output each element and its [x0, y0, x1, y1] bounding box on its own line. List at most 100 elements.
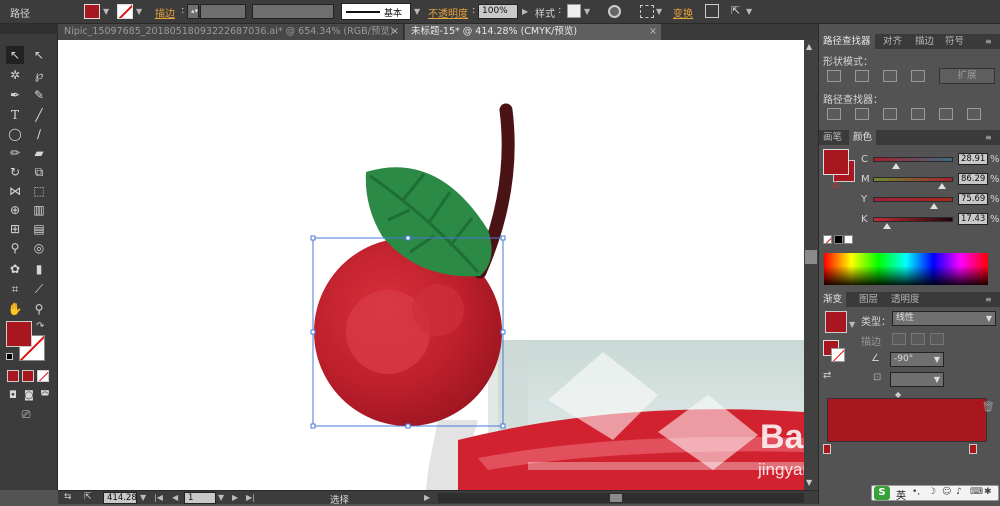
tab-layers[interactable]: 图层 — [855, 292, 882, 307]
stroke-dropdown-icon[interactable]: ▼ — [136, 7, 142, 16]
stroke-swatch[interactable] — [117, 4, 133, 19]
pen-tool-icon[interactable]: ✒ — [6, 86, 24, 104]
tab-nipic-document[interactable]: Nipic_15097685_20180518093222687036.ai* … — [58, 24, 404, 40]
scroll-down-icon[interactable]: ▼ — [806, 478, 812, 487]
gradient-thumbnail[interactable] — [825, 311, 847, 333]
line-tool-icon[interactable]: ╱ — [30, 106, 48, 124]
opacity-label[interactable]: 不透明度 — [428, 5, 468, 20]
recolor-icon[interactable] — [608, 5, 621, 18]
value-y[interactable]: 75.69 — [958, 193, 988, 205]
selection-tool-icon[interactable]: ↖ — [6, 46, 24, 64]
artboard-canvas[interactable]: Bai jingyan.baidu.com — [58, 40, 804, 490]
scale-tool-icon[interactable]: ⧉ — [30, 163, 48, 181]
slice-tool-icon[interactable]: ⟋ — [30, 280, 48, 298]
crop-icon[interactable] — [911, 108, 925, 120]
artboard-dropdown-icon[interactable]: ▼ — [218, 493, 224, 502]
stroke-weight-field[interactable] — [200, 4, 246, 19]
gradient-aspect-field[interactable]: ▼ — [890, 372, 944, 387]
style-swatch[interactable] — [567, 4, 581, 18]
transform-label[interactable]: 变换 — [673, 5, 693, 20]
panel-menu-icon[interactable]: ≡ — [985, 295, 992, 304]
delete-stop-icon[interactable]: 🗑 — [982, 402, 995, 413]
style-dropdown-icon[interactable]: ▼ — [584, 7, 590, 16]
fill-color-box[interactable] — [6, 321, 32, 347]
mesh-tool-icon[interactable]: ⊞ — [6, 220, 24, 238]
panel-menu-icon[interactable]: ≡ — [985, 133, 992, 142]
free-transform-tool-icon[interactable]: ⬚ — [30, 182, 48, 200]
trim-icon[interactable] — [855, 108, 869, 120]
default-colors-icon[interactable] — [6, 353, 13, 360]
width-tool-icon[interactable]: ⋈ — [6, 182, 24, 200]
ime-skin-icon[interactable]: ✱ — [984, 487, 992, 497]
hscroll-thumb[interactable] — [610, 494, 622, 502]
draw-inside-icon[interactable]: ◚ — [36, 387, 54, 405]
unite-icon[interactable] — [827, 70, 841, 82]
ime-language-label[interactable]: 英 — [896, 487, 906, 502]
intersect-icon[interactable] — [883, 70, 897, 82]
ellipse-tool-icon[interactable]: ◯ — [6, 125, 24, 143]
curvature-tool-icon[interactable]: ✎ — [30, 86, 48, 104]
magic-wand-tool-icon[interactable]: ✲ — [6, 66, 24, 84]
graph-tool-icon[interactable]: ▥ — [30, 201, 48, 219]
divide-icon[interactable] — [827, 108, 841, 120]
gradient-preset-dropdown-icon[interactable]: ▼ — [849, 320, 855, 329]
paintbrush-tool-icon[interactable]: ∕ — [30, 125, 48, 143]
opacity-dropdown-icon[interactable]: ▶ — [522, 7, 528, 16]
ime-keyboard-icon[interactable]: ⌨ — [970, 487, 983, 497]
isolate-icon[interactable] — [705, 4, 719, 18]
slider-k[interactable] — [873, 217, 953, 222]
close-icon[interactable]: × — [649, 24, 657, 40]
export-icon[interactable]: ⇱ — [84, 492, 92, 502]
lasso-tool-icon[interactable]: ℘ — [30, 66, 48, 84]
status-menu-icon[interactable]: ▶ — [424, 493, 430, 502]
stroke-gradient-along-icon[interactable] — [911, 333, 925, 345]
expand-button[interactable]: 扩展 — [939, 68, 995, 84]
scroll-up-icon[interactable]: ▲ — [806, 42, 812, 51]
gradient-tool-icon[interactable]: ▤ — [30, 220, 48, 238]
slider-c[interactable] — [873, 157, 953, 162]
stroke-gradient-within-icon[interactable] — [892, 333, 906, 345]
tab-symbols[interactable]: 符号 — [941, 34, 968, 49]
brush-dropdown-icon[interactable]: ▼ — [414, 7, 420, 16]
horizontal-scrollbar[interactable] — [438, 493, 804, 503]
white-swatch[interactable] — [844, 235, 853, 244]
slider-thumb-c[interactable] — [892, 163, 901, 169]
zoom-tool-icon[interactable]: ⚲ — [30, 300, 48, 318]
eraser-tool-icon[interactable]: ▰ — [30, 144, 48, 162]
rotate-tool-icon[interactable]: ↻ — [6, 163, 24, 181]
ime-voice-icon[interactable]: ♪ — [956, 487, 962, 497]
align-to-icon[interactable] — [640, 5, 654, 18]
last-artboard-icon[interactable]: ▶| — [246, 493, 255, 502]
column-graph-tool-icon[interactable]: ▮ — [30, 260, 48, 278]
gradient-mode-button[interactable] — [22, 370, 34, 382]
variable-width-profile[interactable] — [252, 4, 334, 19]
brush-definition[interactable]: 基本 — [341, 3, 411, 20]
fill-dropdown-icon[interactable]: ▼ — [103, 7, 109, 16]
exclude-icon[interactable] — [911, 70, 925, 82]
tab-align[interactable]: 对齐 — [879, 34, 906, 49]
slider-m[interactable] — [873, 177, 953, 182]
fill-swatch[interactable] — [84, 4, 100, 19]
tab-pathfinder[interactable]: 路径查找器 — [819, 34, 875, 49]
stroke-gradient-across-icon[interactable] — [930, 333, 944, 345]
slider-y[interactable] — [873, 197, 953, 202]
gradient-slider[interactable] — [827, 398, 987, 442]
black-swatch[interactable] — [834, 235, 843, 244]
gradient-stop-right[interactable] — [969, 444, 977, 454]
opacity-field[interactable]: 100% — [478, 4, 518, 19]
prev-artboard-icon[interactable]: ◀ — [172, 493, 178, 502]
value-c[interactable]: 28.91 — [958, 153, 988, 165]
swap-colors-icon[interactable]: ↷ — [36, 321, 44, 332]
minus-back-icon[interactable] — [967, 108, 981, 120]
slider-thumb-m[interactable] — [938, 183, 947, 189]
direct-selection-tool-icon[interactable]: ↖ — [30, 46, 48, 64]
close-icon[interactable]: × — [391, 24, 399, 40]
first-artboard-icon[interactable]: |◀ — [154, 493, 163, 502]
type-tool-icon[interactable]: T — [6, 106, 24, 124]
eyedropper-tool-icon[interactable]: ⚲ — [6, 239, 24, 257]
color-fill-box[interactable] — [823, 149, 849, 175]
reverse-gradient-icon[interactable]: ⇄ — [823, 370, 831, 381]
tab-gradient[interactable]: 渐变 — [819, 292, 847, 307]
next-artboard-icon[interactable]: ▶ — [232, 493, 238, 502]
ime-halfwidth-icon[interactable]: ☽ — [928, 487, 936, 497]
